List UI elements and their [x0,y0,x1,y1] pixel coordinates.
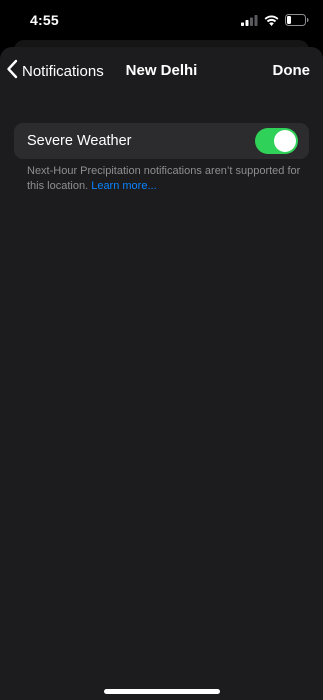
status-bar: 4:55 [0,0,323,40]
precipitation-footer-note: Next-Hour Precipitation notifications ar… [27,164,307,194]
battery-icon [285,13,309,31]
chevron-left-icon [6,59,18,84]
learn-more-link[interactable]: Learn more... [91,180,156,192]
home-indicator[interactable] [104,689,220,694]
severe-weather-label: Severe Weather [27,133,132,149]
toggle-knob [274,130,296,152]
footer-note-text: Next-Hour Precipitation notifications ar… [27,165,301,192]
back-button-label: Notifications [22,62,104,80]
severe-weather-toggle[interactable] [255,128,298,154]
wifi-icon [264,13,279,31]
severe-weather-row: Severe Weather [14,123,309,159]
back-button[interactable]: Notifications [6,59,104,83]
done-button[interactable]: Done [273,62,311,79]
cellular-signal-icon [241,13,258,31]
nav-bar: Notifications New Delhi Done [0,47,323,95]
status-time: 4:55 [30,12,59,28]
status-icons [241,13,309,31]
notifications-sheet: Notifications New Delhi Done Severe Weat… [0,47,323,700]
